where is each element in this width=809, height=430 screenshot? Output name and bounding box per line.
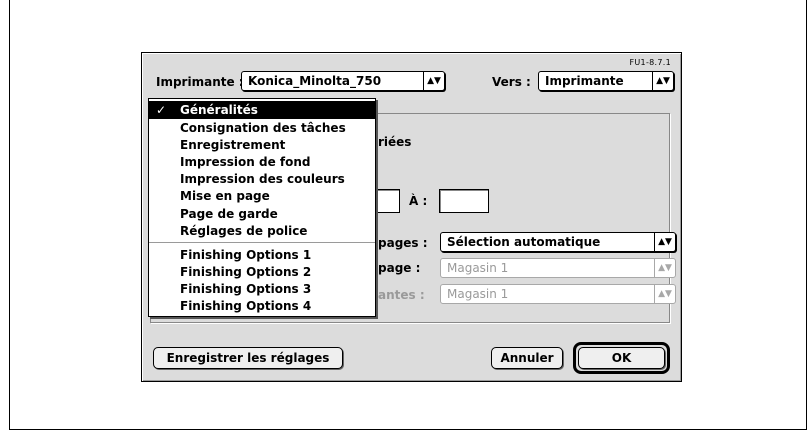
checkmark-icon: ✓ — [156, 103, 167, 117]
destination-value: Imprimante — [545, 74, 624, 88]
menu-item-consignation[interactable]: Consignation des tâches — [149, 119, 375, 137]
printer-value: Konica_Minolta_750 — [248, 74, 382, 88]
menu-item-page-de-garde[interactable]: Page de garde — [149, 205, 375, 223]
popup-arrows-icon: ▲▼ — [654, 259, 675, 277]
printer-popup[interactable]: Konica_Minolta_750 ▲▼ — [241, 71, 445, 91]
ok-button[interactable]: OK — [578, 347, 665, 369]
destination-label: Vers : — [492, 75, 531, 89]
destination-popup[interactable]: Imprimante ▲▼ — [538, 71, 674, 91]
from-page-field[interactable] — [372, 189, 400, 213]
remaining-pages-popup[interactable]: Magasin 1 ▲▼ — [440, 284, 676, 304]
menu-item-enregistrement[interactable]: Enregistrement — [149, 136, 375, 154]
paper-source-value: Sélection automatique — [447, 235, 601, 249]
popup-arrows-icon: ▲▼ — [654, 233, 675, 251]
remaining-pages-value: Magasin 1 — [447, 287, 509, 301]
popup-arrows-icon: ▲▼ — [652, 72, 673, 90]
copies-label: riées — [378, 135, 412, 149]
cancel-button[interactable]: Annuler — [491, 347, 563, 369]
menu-item-finishing-2[interactable]: Finishing Options 2 — [149, 263, 375, 281]
menu-item-finishing-1[interactable]: Finishing Options 1 — [149, 246, 375, 264]
to-page-field[interactable] — [439, 189, 489, 213]
menu-separator — [149, 242, 375, 243]
paper-source-label: pages : — [378, 236, 428, 250]
menu-item-finishing-4[interactable]: Finishing Options 4 — [149, 297, 375, 315]
first-page-popup[interactable]: Magasin 1 ▲▼ — [440, 258, 676, 278]
printer-label: Imprimante : — [156, 75, 244, 89]
menu-item-generalites[interactable]: ✓ Généralités — [149, 101, 375, 119]
paper-source-popup[interactable]: Sélection automatique ▲▼ — [440, 232, 676, 252]
panel-menu: ✓ Généralités Consignation des tâches En… — [148, 98, 376, 317]
menu-item-finishing-3[interactable]: Finishing Options 3 — [149, 280, 375, 298]
save-settings-button[interactable]: Enregistrer les réglages — [153, 347, 343, 369]
remaining-pages-label: antes : — [378, 288, 425, 302]
to-page-label: À : — [409, 194, 428, 208]
menu-item-impression-fond[interactable]: Impression de fond — [149, 153, 375, 171]
menu-item-reglages-police[interactable]: Réglages de police — [149, 222, 375, 240]
popup-arrows-icon: ▲▼ — [423, 72, 444, 90]
menu-item-mise-en-page[interactable]: Mise en page — [149, 187, 375, 205]
version-label: FU1-8.7.1 — [629, 58, 671, 67]
first-page-label: page : — [378, 261, 421, 275]
first-page-value: Magasin 1 — [447, 261, 509, 275]
menu-item-impression-couleurs[interactable]: Impression des couleurs — [149, 170, 375, 188]
popup-arrows-icon: ▲▼ — [654, 285, 675, 303]
